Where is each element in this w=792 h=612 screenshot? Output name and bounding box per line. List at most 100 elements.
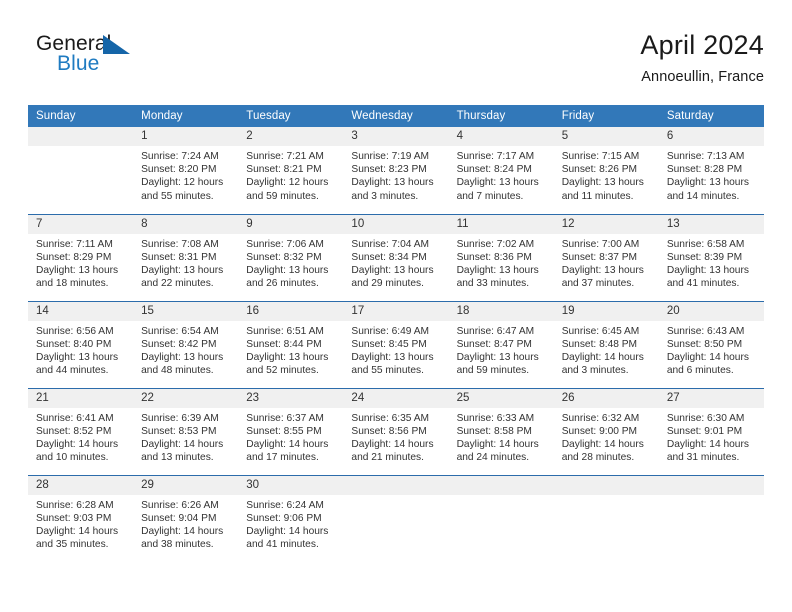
day-number: 17 — [343, 301, 449, 321]
day-cell[interactable]: 30 Sunrise: 6:24 AM Sunset: 9:06 PM Dayl… — [238, 474, 344, 562]
sunrise-text: Sunrise: 7:19 AM — [351, 151, 430, 162]
daylight-text-line1: Daylight: 14 hours — [666, 351, 749, 363]
daylight-text-line2: and 52 minutes. — [246, 365, 319, 377]
day-cell[interactable] — [553, 474, 659, 562]
day-cell[interactable]: 4 Sunrise: 7:17 AM Sunset: 8:24 PM Dayli… — [448, 127, 554, 214]
day-cell[interactable]: 1 Sunrise: 7:24 AM Sunset: 8:20 PM Dayli… — [133, 127, 239, 214]
day-cell[interactable]: 14 Sunrise: 6:56 AM Sunset: 8:40 PM Dayl… — [28, 300, 134, 388]
daylight-text-line2: and 33 minutes. — [456, 278, 530, 290]
sunrise-text: Sunrise: 6:39 AM — [141, 412, 219, 424]
day-cell[interactable]: 27 Sunrise: 6:30 AM Sunset: 9:01 PM Dayl… — [658, 387, 764, 475]
day-number: 9 — [238, 214, 344, 234]
sunset-text: Sunset: 9:01 PM — [666, 425, 743, 437]
daylight-text-line1: Daylight: 13 hours — [561, 264, 644, 276]
day-details — [28, 146, 133, 150]
sunset-text: Sunset: 8:20 PM — [141, 164, 217, 176]
day-cell[interactable]: 11 Sunrise: 7:02 AM Sunset: 8:36 PM Dayl… — [448, 213, 554, 301]
daylight-text-line1: Daylight: 13 hours — [141, 264, 224, 276]
day-details: Sunrise: 6:35 AM Sunset: 8:56 PM Dayligh… — [343, 408, 448, 465]
daylight-text-line1: Daylight: 14 hours — [561, 351, 644, 363]
day-cell[interactable]: 9 Sunrise: 7:06 AM Sunset: 8:32 PM Dayli… — [238, 213, 344, 301]
day-cell[interactable]: 24 Sunrise: 6:35 AM Sunset: 8:56 PM Dayl… — [343, 387, 449, 475]
daylight-text-line2: and 7 minutes. — [456, 190, 524, 202]
day-cell[interactable]: 2 Sunrise: 7:21 AM Sunset: 8:21 PM Dayli… — [238, 127, 344, 214]
daylight-text-line1: Daylight: 12 hours — [141, 177, 224, 189]
day-cell[interactable]: 17 Sunrise: 6:49 AM Sunset: 8:45 PM Dayl… — [343, 300, 449, 388]
day-number — [658, 475, 764, 495]
day-number: 21 — [28, 388, 134, 408]
day-details: Sunrise: 6:39 AM Sunset: 8:53 PM Dayligh… — [133, 408, 238, 465]
day-number: 26 — [553, 388, 659, 408]
day-cell[interactable]: 23 Sunrise: 6:37 AM Sunset: 8:55 PM Dayl… — [238, 387, 344, 475]
day-cell[interactable]: 20 Sunrise: 6:43 AM Sunset: 8:50 PM Dayl… — [658, 300, 764, 388]
sunrise-text: Sunrise: 7:00 AM — [561, 238, 640, 250]
day-cell[interactable]: 26 Sunrise: 6:32 AM Sunset: 9:00 PM Dayl… — [553, 387, 659, 475]
day-cell[interactable]: 10 Sunrise: 7:04 AM Sunset: 8:34 PM Dayl… — [343, 213, 449, 301]
day-cell[interactable]: 28 Sunrise: 6:28 AM Sunset: 9:03 PM Dayl… — [28, 474, 134, 562]
day-details: Sunrise: 6:54 AM Sunset: 8:42 PM Dayligh… — [133, 321, 238, 378]
day-cell[interactable]: 19 Sunrise: 6:45 AM Sunset: 8:48 PM Dayl… — [553, 300, 659, 388]
day-cell[interactable]: 18 Sunrise: 6:47 AM Sunset: 8:47 PM Dayl… — [448, 300, 554, 388]
day-number: 12 — [553, 214, 659, 234]
sunset-text: Sunset: 8:45 PM — [351, 338, 427, 350]
day-cell[interactable]: 15 Sunrise: 6:54 AM Sunset: 8:42 PM Dayl… — [133, 300, 239, 388]
day-cell[interactable]: 13 Sunrise: 6:58 AM Sunset: 8:39 PM Dayl… — [658, 213, 764, 301]
day-cell[interactable]: 16 Sunrise: 6:51 AM Sunset: 8:44 PM Dayl… — [238, 300, 344, 388]
sunrise-text: Sunrise: 6:24 AM — [246, 499, 324, 511]
day-number: 27 — [658, 388, 764, 408]
sunset-text: Sunset: 8:21 PM — [246, 164, 322, 176]
day-cell[interactable] — [448, 474, 554, 562]
day-cell[interactable]: 21 Sunrise: 6:41 AM Sunset: 8:52 PM Dayl… — [28, 387, 134, 475]
calendar-week-row: 28 Sunrise: 6:28 AM Sunset: 9:03 PM Dayl… — [28, 474, 764, 562]
sunrise-text: Sunrise: 7:08 AM — [141, 238, 219, 250]
day-cell[interactable]: 5 Sunrise: 7:15 AM Sunset: 8:26 PM Dayli… — [553, 127, 659, 214]
calendar-week-row: 7 Sunrise: 7:11 AM Sunset: 8:29 PM Dayli… — [28, 213, 764, 301]
daylight-text-line1: Daylight: 13 hours — [246, 351, 329, 363]
day-number — [28, 127, 134, 146]
day-cell[interactable]: 3 Sunrise: 7:19 AM Sunset: 8:23 PM Dayli… — [343, 127, 449, 214]
day-number: 16 — [238, 301, 344, 321]
day-details — [343, 495, 448, 499]
daylight-text-line2: and 22 minutes. — [141, 278, 214, 290]
day-cell[interactable] — [658, 474, 764, 562]
sunrise-text: Sunrise: 6:37 AM — [246, 412, 324, 424]
location-subtitle: Annoeullin, France — [641, 69, 764, 85]
daylight-text-line2: and 41 minutes. — [666, 278, 740, 290]
day-cell[interactable]: 7 Sunrise: 7:11 AM Sunset: 8:29 PM Dayli… — [28, 213, 134, 301]
page-title: April 2024 — [640, 30, 764, 60]
day-cell[interactable] — [343, 474, 449, 562]
daylight-text-line2: and 3 minutes. — [561, 365, 629, 377]
daylight-text-line1: Daylight: 12 hours — [246, 177, 329, 189]
sunset-text: Sunset: 8:58 PM — [456, 425, 532, 437]
day-cell[interactable]: 12 Sunrise: 7:00 AM Sunset: 8:37 PM Dayl… — [553, 213, 659, 301]
daylight-text-line1: Daylight: 13 hours — [351, 177, 434, 189]
day-details: Sunrise: 7:06 AM Sunset: 8:32 PM Dayligh… — [238, 234, 343, 291]
day-number: 8 — [133, 214, 239, 234]
daylight-text-line2: and 48 minutes. — [141, 365, 214, 377]
sunset-text: Sunset: 8:42 PM — [141, 338, 217, 350]
day-cell[interactable]: 25 Sunrise: 6:33 AM Sunset: 8:58 PM Dayl… — [448, 387, 554, 475]
day-details: Sunrise: 6:43 AM Sunset: 8:50 PM Dayligh… — [659, 321, 764, 378]
daylight-text-line1: Daylight: 14 hours — [141, 438, 224, 450]
brand-logo[interactable]: General Blue — [28, 32, 228, 88]
sunrise-text: Sunrise: 6:32 AM — [561, 412, 640, 424]
sunset-text: Sunset: 8:34 PM — [351, 251, 427, 263]
daylight-text-line2: and 55 minutes. — [141, 190, 214, 202]
day-cell[interactable]: 22 Sunrise: 6:39 AM Sunset: 8:53 PM Dayl… — [133, 387, 239, 475]
sunset-text: Sunset: 8:23 PM — [351, 164, 427, 176]
daylight-text-line2: and 11 minutes. — [561, 190, 634, 202]
daylight-text-line1: Daylight: 14 hours — [456, 438, 539, 450]
sunset-text: Sunset: 8:28 PM — [666, 164, 743, 176]
day-cell[interactable]: 8 Sunrise: 7:08 AM Sunset: 8:31 PM Dayli… — [133, 213, 239, 301]
day-cell[interactable]: 29 Sunrise: 6:26 AM Sunset: 9:04 PM Dayl… — [133, 474, 239, 562]
sunset-text: Sunset: 8:56 PM — [351, 425, 427, 437]
daylight-text-line2: and 28 minutes. — [561, 452, 635, 464]
sunrise-text: Sunrise: 7:21 AM — [246, 151, 324, 162]
day-cell[interactable] — [28, 127, 134, 214]
daylight-text-line2: and 59 minutes. — [246, 190, 319, 202]
day-cell[interactable]: 6 Sunrise: 7:13 AM Sunset: 8:28 PM Dayli… — [658, 127, 764, 214]
daylight-text-line1: Daylight: 13 hours — [456, 177, 539, 189]
daylight-text-line1: Daylight: 14 hours — [36, 438, 119, 450]
sunset-text: Sunset: 8:44 PM — [246, 338, 322, 350]
day-details: Sunrise: 7:15 AM Sunset: 8:26 PM Dayligh… — [554, 146, 659, 203]
